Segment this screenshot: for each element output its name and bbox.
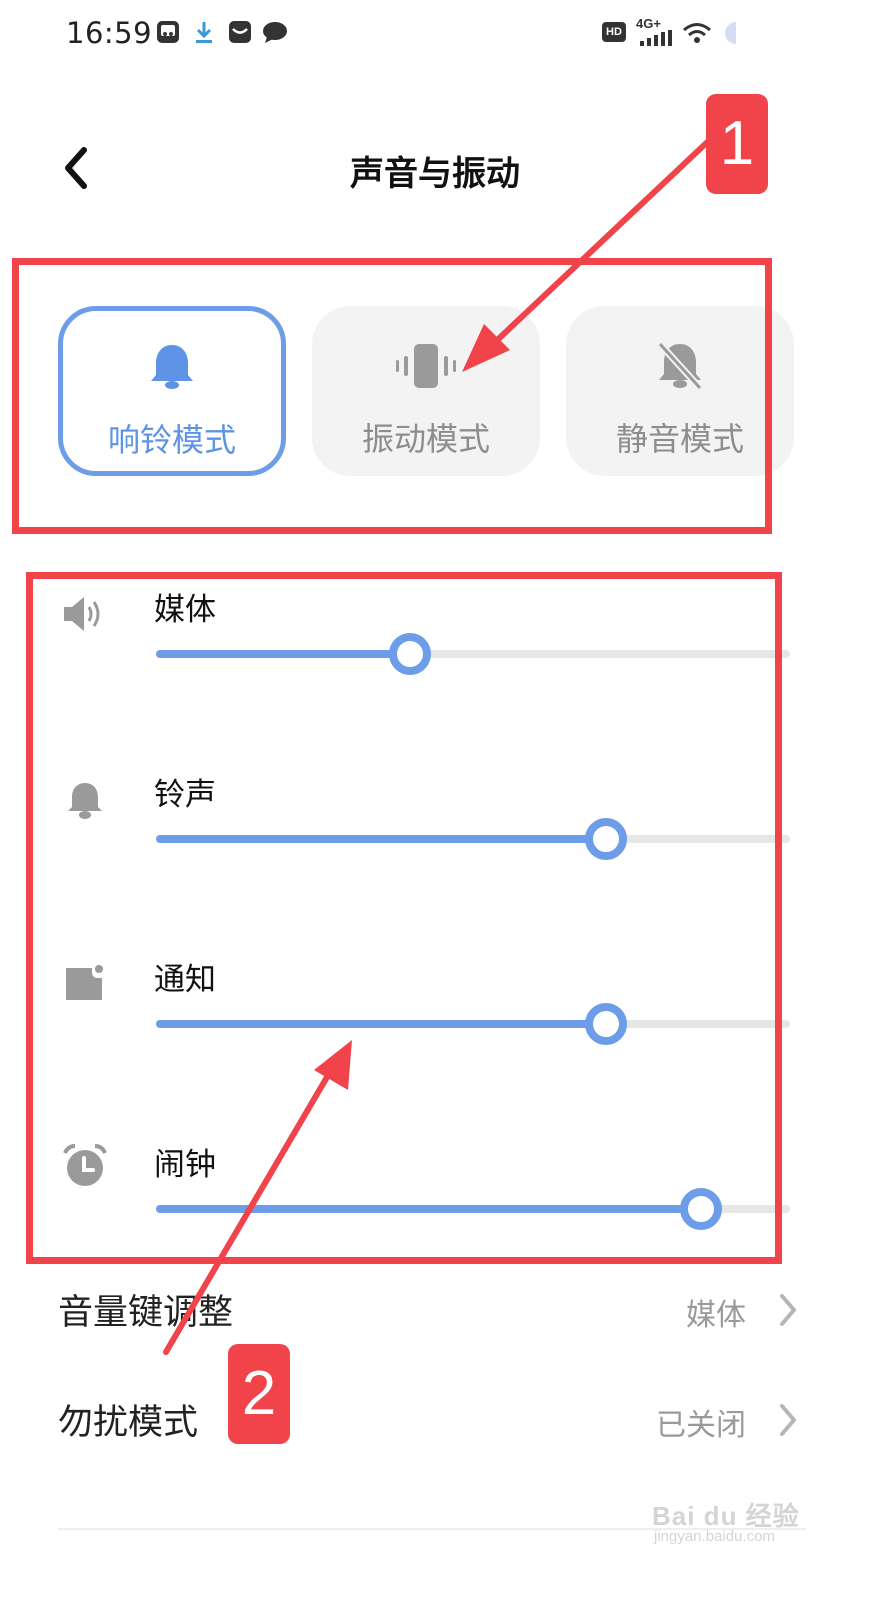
watermark-sub: jingyan.baidu.com: [654, 1528, 775, 1545]
volume-ringtone-label: 铃声: [154, 777, 216, 813]
volume-media-thumb[interactable]: [388, 633, 431, 675]
volume-notification-label: 通知: [154, 962, 216, 998]
notification-icon: [62, 964, 108, 1010]
vibrate-icon: [396, 344, 456, 388]
bell-icon: [62, 781, 108, 827]
signal-icon: [636, 30, 672, 50]
baidu-watermark: Bai du 经验 jingyan.baidu.com: [652, 1496, 812, 1552]
do-not-disturb-value: 已关闭: [656, 1408, 746, 1443]
mode-ring-button[interactable]: 响铃模式: [58, 306, 286, 476]
speaker-icon: [62, 594, 108, 640]
mode-silent-label: 静音模式: [615, 420, 744, 458]
screenshot-app-icon: [156, 20, 180, 48]
chat-icon: [262, 20, 288, 48]
mode-vibrate-label: 振动模式: [361, 420, 490, 458]
alarm-clock-icon: [62, 1143, 108, 1189]
volume-ringtone-thumb[interactable]: [585, 818, 628, 860]
annotation-badge-1: 1: [706, 94, 768, 194]
chevron-right-icon: [776, 1400, 800, 1440]
wifi-icon: [682, 22, 712, 48]
volume-media-label: 媒体: [154, 592, 216, 628]
volume-key-setting[interactable]: 音量键调整 媒体: [0, 1268, 870, 1358]
status-bar: 16:59 HD 4G+: [0, 0, 870, 70]
volume-alarm-slider[interactable]: [156, 1188, 790, 1230]
volume-media-row: 媒体: [0, 592, 870, 714]
mode-vibrate-button[interactable]: 振动模式: [312, 306, 540, 476]
volume-alarm-row: 闹钟: [0, 1144, 870, 1269]
volume-ringtone-fill: [156, 835, 607, 843]
volume-alarm-thumb[interactable]: [680, 1188, 723, 1230]
volume-media-slider[interactable]: [156, 633, 790, 675]
hd-badge: HD: [602, 22, 626, 42]
bell-icon: [151, 345, 193, 389]
network-type: 4G+: [636, 16, 661, 31]
mode-ring-label: 响铃模式: [107, 421, 236, 459]
annotation-badge-2: 2: [228, 1344, 290, 1444]
chevron-right-icon: [776, 1290, 800, 1330]
mode-silent-button[interactable]: 静音模式: [566, 306, 794, 476]
bell-off-icon: [657, 341, 703, 391]
volume-notification-row: 通知: [0, 962, 870, 1084]
download-icon: [194, 20, 214, 48]
volume-key-value: 媒体: [686, 1298, 746, 1333]
status-time: 16:59: [66, 16, 153, 50]
volume-notification-slider[interactable]: [156, 1003, 790, 1045]
volume-notification-fill: [156, 1020, 607, 1028]
volume-ringtone-row: 铃声: [0, 777, 870, 899]
volume-key-label: 音量键调整: [58, 1293, 234, 1333]
do-not-disturb-label: 勿扰模式: [58, 1403, 199, 1443]
volume-alarm-fill: [156, 1205, 702, 1213]
mail-icon: [228, 20, 252, 48]
volume-notification-thumb[interactable]: [585, 1003, 628, 1045]
battery-icon: [722, 22, 736, 48]
volume-alarm-label: 闹钟: [154, 1147, 216, 1183]
do-not-disturb-setting[interactable]: 勿扰模式 已关闭: [0, 1378, 870, 1468]
volume-media-fill: [156, 650, 410, 658]
volume-ringtone-slider[interactable]: [156, 818, 790, 860]
